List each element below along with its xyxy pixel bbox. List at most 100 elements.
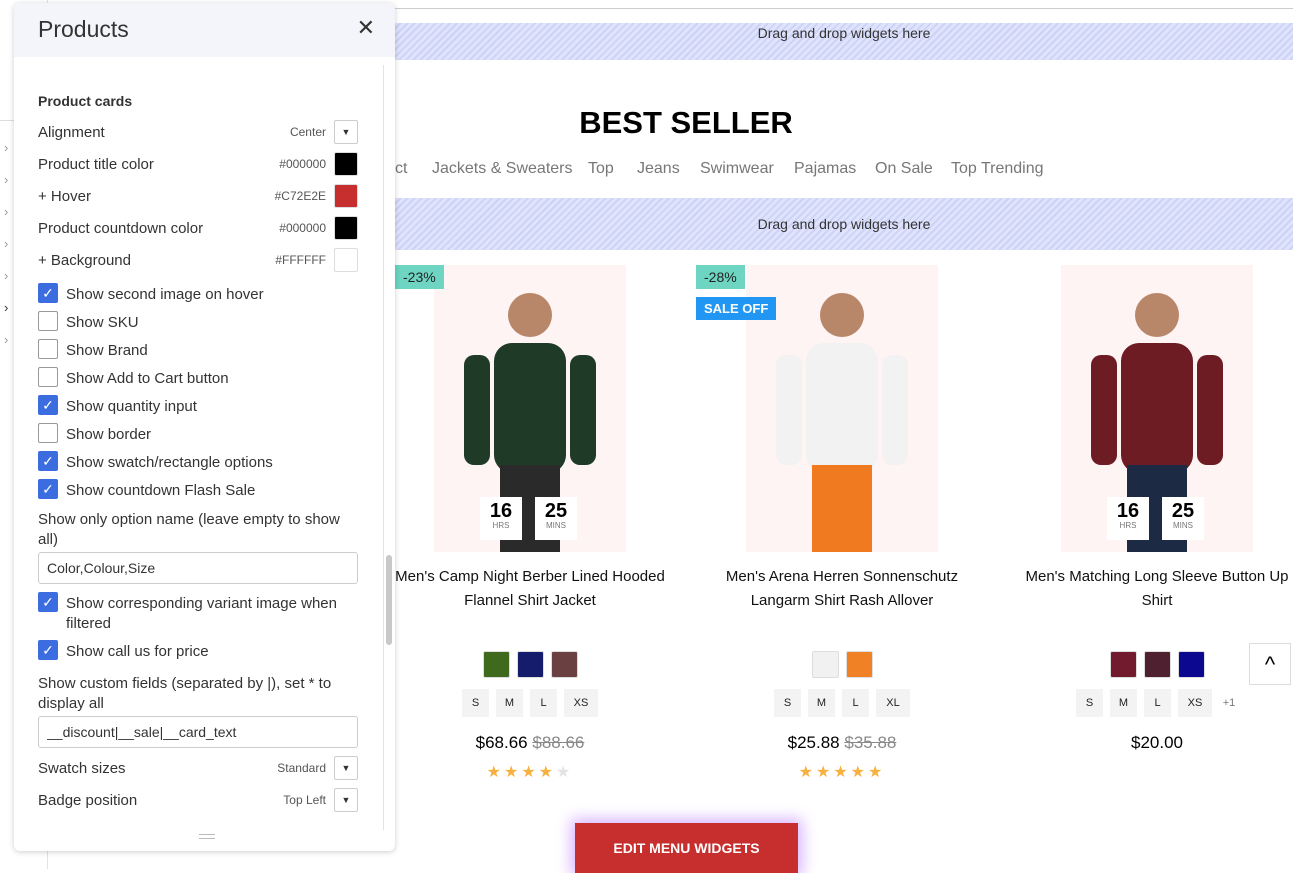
current-price: $20.00 — [1131, 733, 1183, 752]
current-price: $25.88 — [787, 733, 840, 752]
product-price: $20.00 — [1007, 733, 1293, 753]
size-option[interactable]: M — [496, 689, 523, 717]
size-option[interactable]: XS — [564, 689, 598, 717]
label: Show quantity input — [66, 398, 197, 415]
discount-badge: -28% — [696, 265, 745, 289]
checkbox[interactable] — [38, 311, 58, 331]
chevron-right-icon[interactable]: › — [4, 140, 8, 155]
hover-color-row: + Hover #C72E2E — [38, 184, 358, 208]
product-title[interactable]: Men's Arena Herren Sonnenschutz Langarm S… — [692, 565, 992, 613]
color-swatch[interactable] — [1143, 651, 1171, 678]
checkbox[interactable]: ✓ — [38, 283, 58, 303]
color-swatch[interactable] — [845, 651, 873, 678]
label: Show Add to Cart button — [66, 370, 229, 387]
size-option[interactable]: S — [1076, 689, 1103, 717]
product-title[interactable]: Men's Matching Long Sleeve Button Up Shir… — [1007, 565, 1293, 613]
size-option[interactable]: M — [1110, 689, 1137, 717]
back-to-top-button[interactable]: ^ — [1249, 643, 1291, 685]
star-icon: ★ — [815, 764, 834, 781]
swatch-sizes-row: Swatch sizes Standard ▼ — [38, 756, 358, 780]
checkbox[interactable] — [38, 339, 58, 359]
tab[interactable]: Jackets & Sweaters — [432, 160, 573, 178]
size-option[interactable]: L — [842, 689, 869, 717]
star-icon: ★ — [868, 764, 886, 781]
tab[interactable]: Swimwear — [700, 160, 774, 178]
title-color-row: Product title color #000000 — [38, 152, 358, 176]
product-title[interactable]: Men's Camp Night Berber Lined Hooded Flan… — [380, 565, 680, 613]
label: Alignment — [38, 124, 105, 141]
color-swatch[interactable] — [811, 651, 839, 678]
color-swatch[interactable] — [1177, 651, 1205, 678]
chevron-up-icon: ^ — [1264, 652, 1276, 677]
tab[interactable]: Top — [588, 160, 614, 178]
tab[interactable]: ct — [395, 160, 407, 178]
color-swatch[interactable] — [482, 651, 510, 678]
tab[interactable]: Jeans — [637, 160, 680, 178]
countdown-hours: 16 HRS — [1107, 497, 1149, 540]
size-option[interactable]: XS — [1178, 689, 1212, 717]
custom-fields-label: Show custom fields (separated by |), set… — [38, 675, 332, 712]
badge-position-row: Badge position Top Left ▼ — [38, 788, 358, 812]
rating: ★★★★★ — [380, 762, 680, 782]
checkbox[interactable]: ✓ — [38, 451, 58, 471]
product-photo — [464, 293, 596, 552]
color-swatch[interactable] — [550, 651, 578, 678]
alignment-dropdown[interactable]: ▼ — [334, 120, 358, 144]
size-option[interactable]: L — [530, 689, 557, 717]
checkbox[interactable]: ✓ — [38, 640, 58, 660]
scrollbar[interactable] — [383, 65, 395, 830]
chevron-right-icon[interactable]: › — [4, 332, 8, 347]
product-price: $25.88 $35.88 — [692, 733, 992, 753]
product-image[interactable] — [1061, 265, 1253, 552]
size-option[interactable]: L — [1144, 689, 1171, 717]
option-name-input[interactable] — [38, 552, 358, 584]
value: Top Left — [283, 793, 326, 807]
star-icon: ★ — [521, 764, 539, 781]
label: Show corresponding variant image when fi… — [66, 595, 337, 632]
checkbox[interactable] — [38, 367, 58, 387]
checkbox[interactable]: ✓ — [38, 592, 58, 612]
label: Show countdown Flash Sale — [66, 482, 256, 499]
sale-badge: SALE OFF — [696, 297, 777, 320]
product-image[interactable] — [434, 265, 626, 552]
drop-zone[interactable]: Drag and drop widgets here — [395, 198, 1293, 250]
size-option[interactable]: XL — [876, 689, 910, 717]
custom-fields-input[interactable] — [38, 716, 358, 748]
drop-zone[interactable]: Drag and drop widgets here — [395, 23, 1293, 60]
checkbox[interactable] — [38, 423, 58, 443]
color-swatch[interactable] — [334, 184, 358, 208]
value: Center — [289, 125, 326, 139]
swatch-sizes-dropdown[interactable]: ▼ — [334, 756, 358, 780]
chevron-right-icon[interactable]: › — [4, 300, 8, 315]
star-icon: ★ — [486, 764, 504, 781]
scrollbar-thumb[interactable] — [386, 555, 392, 645]
chevron-right-icon[interactable]: › — [4, 236, 8, 251]
size-option[interactable]: S — [462, 689, 489, 717]
color-swatch[interactable] — [334, 152, 358, 176]
size-option[interactable]: M — [808, 689, 835, 717]
tab[interactable]: On Sale — [875, 160, 933, 178]
label: Badge position — [38, 792, 138, 809]
color-swatch[interactable] — [1109, 651, 1137, 678]
resize-handle[interactable] — [199, 834, 215, 839]
product-price: $68.66 $88.66 — [380, 733, 680, 753]
tab[interactable]: Pajamas — [794, 160, 856, 178]
background-color-row: + Background #FFFFFF — [38, 248, 358, 272]
product-photo — [1091, 293, 1223, 552]
badge-position-dropdown[interactable]: ▼ — [334, 788, 358, 812]
tab[interactable]: Top Trending — [951, 160, 1044, 178]
edit-menu-widgets-button[interactable]: EDIT MENU WIDGETS — [575, 823, 798, 873]
size-option[interactable]: S — [774, 689, 801, 717]
chevron-right-icon[interactable]: › — [4, 204, 8, 219]
chevron-right-icon[interactable]: › — [4, 268, 8, 283]
section-heading: Product cards — [38, 93, 133, 109]
color-swatch[interactable] — [334, 248, 358, 272]
checkbox[interactable]: ✓ — [38, 479, 58, 499]
color-swatch[interactable] — [334, 216, 358, 240]
section-title: BEST SELLER — [579, 105, 793, 140]
checkbox[interactable]: ✓ — [38, 395, 58, 415]
color-swatch[interactable] — [516, 651, 544, 678]
chevron-right-icon[interactable]: › — [4, 172, 8, 187]
more-sizes[interactable]: +1 — [1219, 689, 1239, 717]
close-icon[interactable]: ✕ — [357, 15, 375, 41]
